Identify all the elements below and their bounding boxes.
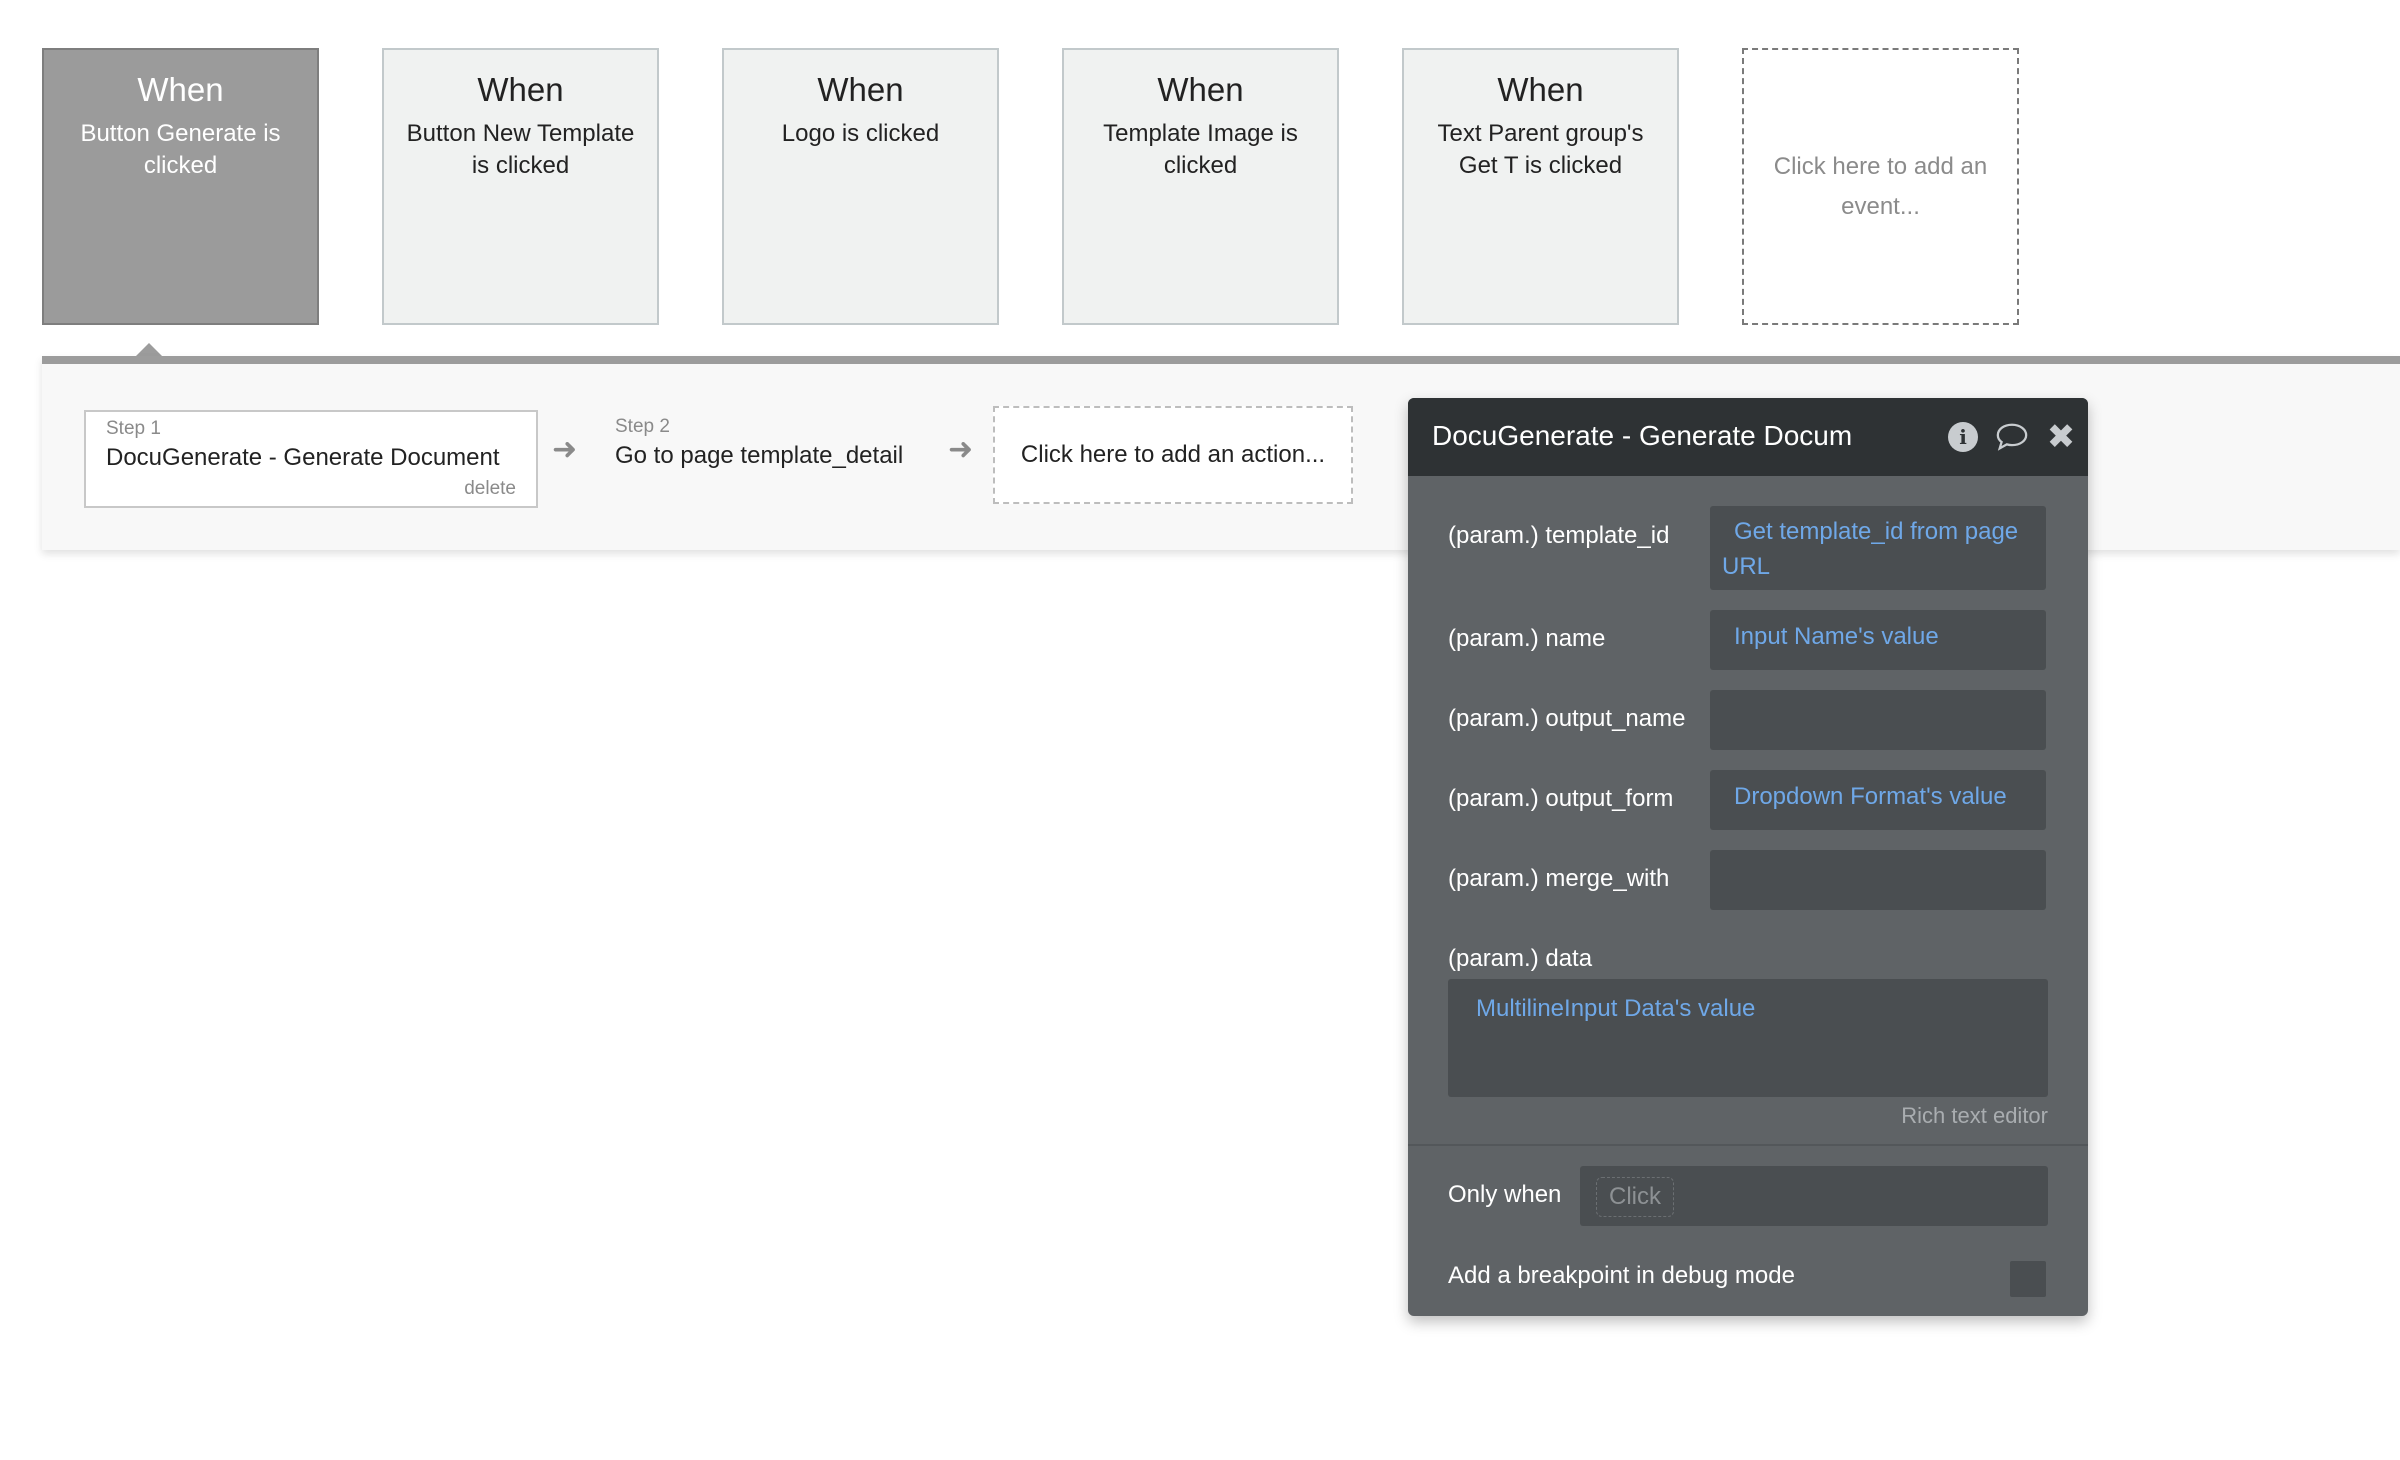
event-when-label: When bbox=[1497, 71, 1584, 108]
param-name-field[interactable]: Input Name's value bbox=[1710, 610, 2046, 670]
breakpoint-checkbox[interactable] bbox=[2010, 1261, 2046, 1297]
breakpoint-label: Add a breakpoint in debug mode bbox=[1448, 1262, 1795, 1289]
step-label: Step 1 bbox=[106, 418, 161, 439]
panel-title: DocuGenerate - Generate Document bbox=[1432, 420, 1852, 451]
event-card-template-image[interactable]: When Template Image is clicked bbox=[1062, 48, 1339, 325]
step-2-card[interactable]: Step 2 Go to page template_detail bbox=[595, 410, 955, 508]
only-when-label: Only when bbox=[1448, 1181, 1562, 1208]
event-card-button-generate[interactable]: When Button Generate is clicked bbox=[42, 48, 319, 325]
panel-header: DocuGenerate - Generate Document i ✖ bbox=[1408, 398, 2088, 476]
param-template-id-value: Get template_id from page URL bbox=[1722, 518, 2019, 580]
add-event-label: Click here to add an event... bbox=[1773, 152, 1988, 220]
delete-step-link[interactable]: delete bbox=[464, 478, 516, 500]
param-name-label: (param.) name bbox=[1448, 625, 1606, 652]
param-output-form-field[interactable]: Dropdown Format's value bbox=[1710, 770, 2046, 830]
event-description: Template Image is clicked bbox=[1103, 120, 1298, 179]
event-when-label: When bbox=[817, 71, 904, 108]
step-name: Go to page template_detail bbox=[615, 442, 904, 469]
comment-icon[interactable] bbox=[1995, 420, 2029, 454]
arrow-right-icon: ➜ bbox=[948, 433, 974, 466]
param-data-label: (param.) data bbox=[1448, 945, 1593, 972]
event-description: Button New Template is clicked bbox=[406, 120, 635, 179]
param-output-name-field[interactable] bbox=[1710, 690, 2046, 750]
event-when-label: When bbox=[477, 71, 564, 108]
param-data-field[interactable]: MultilineInput Data's value bbox=[1448, 979, 2048, 1097]
step-name: DocuGenerate - Generate Document bbox=[106, 444, 500, 471]
param-output-form-value: Dropdown Format's value bbox=[1734, 783, 2007, 810]
param-output-name-value bbox=[1722, 703, 1734, 730]
step-label: Step 2 bbox=[615, 416, 670, 437]
param-template-id-field[interactable]: Get template_id from page URL bbox=[1710, 506, 2046, 590]
event-when-label: When bbox=[1157, 71, 1244, 108]
param-name-value: Input Name's value bbox=[1734, 623, 1939, 650]
info-icon[interactable]: i bbox=[1946, 420, 1980, 454]
close-icon[interactable]: ✖ bbox=[2044, 418, 2078, 456]
param-merge-with-field[interactable] bbox=[1710, 850, 2046, 910]
panel-divider bbox=[1408, 1144, 2088, 1146]
param-template-id-label: (param.) template_id bbox=[1448, 522, 1670, 549]
event-card-logo[interactable]: When Logo is clicked bbox=[722, 48, 999, 325]
event-description: Logo is clicked bbox=[781, 120, 940, 147]
event-card-button-new-template[interactable]: When Button New Template is clicked bbox=[382, 48, 659, 325]
rich-text-editor-link[interactable]: Rich text editor bbox=[1880, 1103, 2048, 1129]
selected-event-pointer bbox=[136, 343, 162, 356]
add-event-button[interactable]: Click here to add an event... bbox=[1742, 48, 2019, 325]
param-merge-with-label: (param.) merge_with bbox=[1448, 865, 1670, 892]
only-when-click-placeholder[interactable]: Click bbox=[1596, 1177, 1674, 1217]
param-output-name-label: (param.) output_name bbox=[1448, 705, 1686, 732]
event-description: Button Generate is clicked bbox=[80, 120, 281, 179]
event-when-label: When bbox=[137, 71, 224, 108]
event-description: Text Parent group's Get T is clicked bbox=[1437, 120, 1644, 179]
param-merge-with-value bbox=[1722, 863, 1734, 890]
param-output-form-label: (param.) output_form bbox=[1448, 785, 1674, 812]
event-card-text-parent-group[interactable]: When Text Parent group's Get T is clicke… bbox=[1402, 48, 1679, 325]
add-action-button[interactable]: Click here to add an action... bbox=[993, 406, 1353, 504]
step-1-card[interactable]: Step 1 DocuGenerate - Generate Document … bbox=[84, 410, 538, 508]
arrow-right-icon: ➜ bbox=[552, 433, 578, 466]
